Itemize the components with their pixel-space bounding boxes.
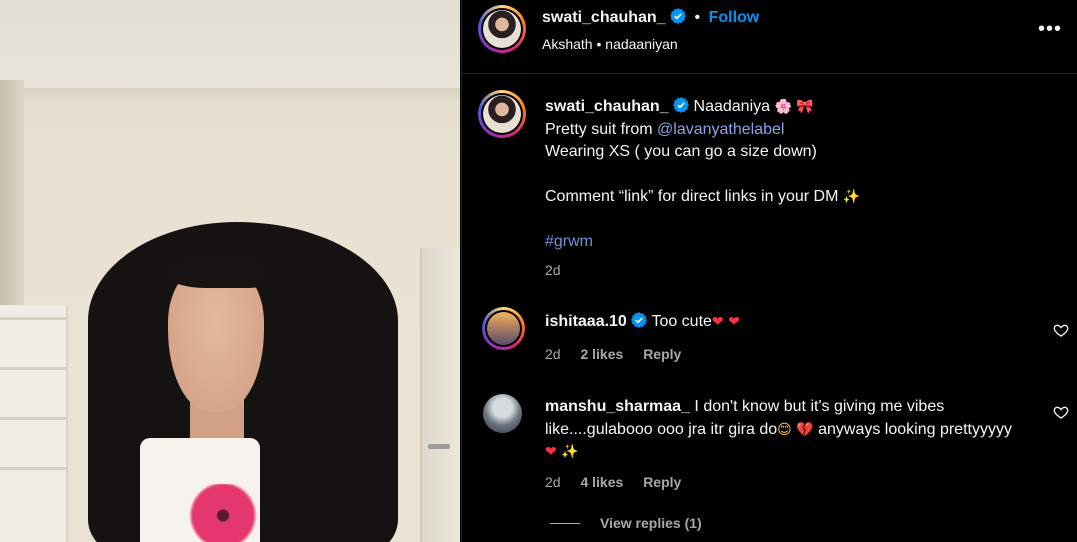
shelf [0, 305, 68, 542]
comment-meta: 2d 4 likes Reply [545, 474, 697, 490]
replies-divider [550, 523, 580, 524]
commenter-username[interactable]: ishitaaa.10 [545, 313, 627, 330]
red-heart-emoji: ❤ [545, 444, 557, 460]
separator-dot: • [694, 9, 701, 26]
like-heart-icon[interactable] [1053, 322, 1069, 338]
likes-count[interactable]: 2 likes [580, 346, 623, 362]
person-fringe [164, 250, 270, 288]
caption-username[interactable]: swati_chauhan_ [545, 98, 669, 115]
mention-link[interactable]: @lavanyathelabel [657, 121, 784, 138]
comment-timestamp[interactable]: 2d [545, 346, 561, 362]
view-replies-label[interactable]: View replies (1) [600, 515, 702, 531]
door-handle [428, 444, 450, 449]
post-header: swati_chauhan_ • Follow Akshath • nadaan… [462, 0, 1077, 74]
audio-line[interactable]: Akshath • nadaaniyan [542, 36, 678, 52]
caption-author-avatar[interactable] [478, 90, 526, 138]
red-heart-emoji: ❤ [728, 314, 740, 330]
verified-badge-icon [631, 312, 648, 328]
author-line: swati_chauhan_ • Follow [542, 8, 759, 27]
reply-button[interactable]: Reply [643, 474, 681, 490]
commenter-avatar[interactable] [483, 394, 522, 433]
commenter-avatar[interactable] [482, 307, 525, 350]
flower-print [184, 484, 262, 542]
reel-video[interactable] [0, 0, 460, 542]
cherry-blossom-emoji: 🌸 [774, 99, 792, 115]
comment-text: I don't know but it's giving me vibes [694, 398, 945, 415]
door [420, 248, 460, 542]
author-avatar[interactable] [478, 5, 526, 53]
caption-timestamp[interactable]: 2d [545, 262, 561, 278]
audio-artist[interactable]: Akshath [542, 36, 593, 52]
comment-meta: 2d 2 likes Reply [545, 346, 697, 362]
like-heart-icon[interactable] [1053, 404, 1069, 420]
author-username[interactable]: swati_chauhan_ [542, 9, 666, 26]
more-options-icon[interactable]: ••• [1038, 19, 1062, 42]
broken-heart-emoji: 💔 [796, 421, 814, 438]
smiling-face-emoji: 😊 [777, 421, 792, 438]
ribbon-emoji: 🎀 [796, 99, 814, 115]
sparkles-emoji: ✨ [842, 189, 861, 205]
comment-text: anyways looking [818, 420, 936, 438]
verified-badge-icon [670, 8, 687, 24]
comment-text: prettyyyyy [939, 420, 1012, 438]
likes-count[interactable]: 4 likes [580, 474, 623, 490]
verified-badge-icon [673, 97, 690, 113]
comment-item: ishitaaa.10 Too cute❤ ❤ [545, 311, 1015, 334]
comment-text: Too cute [651, 313, 712, 330]
caption-text: Wearing XS ( you can go a size down) [545, 143, 817, 160]
commenter-username[interactable]: manshu_sharmaa_ [545, 398, 690, 415]
view-replies-button[interactable]: View replies (1) [550, 515, 702, 531]
ceiling [0, 0, 460, 95]
red-heart-emoji: ❤ [711, 314, 724, 330]
follow-button[interactable]: Follow [709, 9, 760, 26]
caption-text: Naadaniya [693, 98, 771, 115]
comment-timestamp[interactable]: 2d [545, 474, 561, 490]
ceiling-molding [0, 88, 460, 102]
post-side-panel: swati_chauhan_ • Follow Akshath • nadaan… [461, 0, 1077, 542]
reply-button[interactable]: Reply [643, 346, 681, 362]
separator-dot: • [596, 36, 606, 52]
audio-title[interactable]: nadaaniyan [605, 36, 677, 52]
caption: swati_chauhan_ Naadaniya 🌸 🎀 Pretty suit… [545, 96, 1055, 254]
hashtag-link[interactable]: #grwm [545, 233, 593, 250]
caption-text: Pretty suit from [545, 120, 658, 138]
comment-text: like....gulabooo ooo jra itr gira do [545, 420, 778, 438]
sparkles-emoji: ✨ [561, 444, 579, 460]
caption-text: Comment “link” for direct links in your … [545, 188, 839, 205]
comment-item: manshu_sharmaa_ I don't know but it's gi… [545, 396, 1015, 464]
